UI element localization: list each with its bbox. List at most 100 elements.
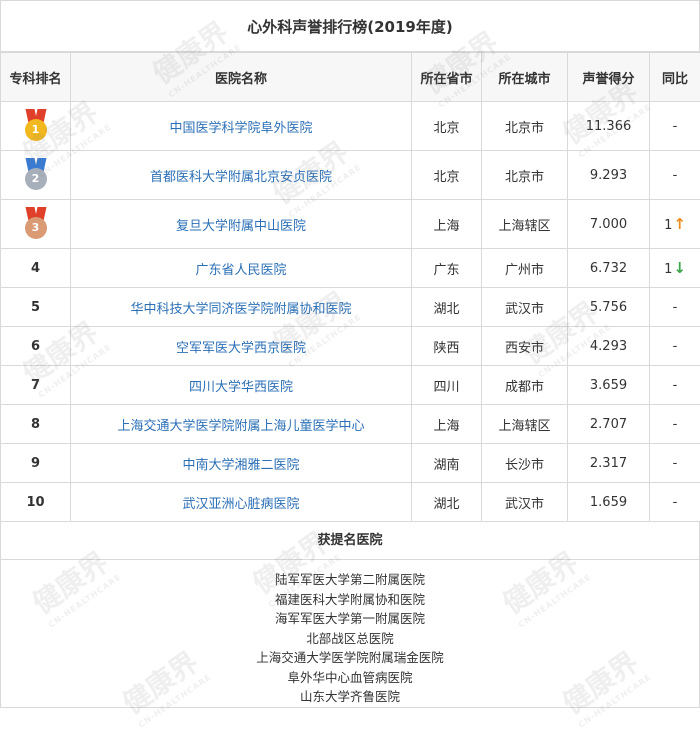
- nominee-item: 山东大学齐鲁医院: [1, 687, 699, 707]
- city-cell: 武汉市: [482, 288, 568, 327]
- score-cell: 11.366: [568, 102, 650, 151]
- hospital-name-link[interactable]: 空军军医大学西京医院: [71, 327, 412, 366]
- hospital-name-link[interactable]: 武汉亚洲心脏病医院: [71, 483, 412, 522]
- score-cell: 1.659: [568, 483, 650, 522]
- header-city: 所在城市: [482, 53, 568, 102]
- table-row: 10武汉亚洲心脏病医院湖北武汉市1.659 -: [1, 483, 700, 522]
- province-cell: 北京: [412, 151, 482, 200]
- province-cell: 上海: [412, 200, 482, 249]
- arrow-up-icon: ↑: [673, 215, 686, 233]
- province-cell: 湖北: [412, 483, 482, 522]
- nominee-item: 海军军医大学第一附属医院: [1, 609, 699, 629]
- rank-cell: 2: [1, 151, 71, 200]
- province-cell: 湖南: [412, 444, 482, 483]
- change-value: 1: [664, 218, 672, 233]
- ranking-table-body: 1 中国医学科学院阜外医院北京北京市11.366 - 2 首都医科大学附属北京安贞医院 北…: [1, 102, 700, 522]
- nominee-item: 上海交通大学医学院附属瑞金医院: [1, 648, 699, 668]
- change-cell: -: [650, 102, 700, 151]
- ranking-table: 专科排名 医院名称 所在省市 所在城市 声誉得分 同比 1 中国医学科学院阜外医院…: [0, 52, 700, 522]
- city-cell: 长沙市: [482, 444, 568, 483]
- change-value: -: [673, 378, 678, 393]
- city-cell: 西安市: [482, 327, 568, 366]
- medal-rank-number: 3: [25, 217, 47, 239]
- ranking-page: 心外科声誉排行榜(2019年度) 专科排名 医院名称 所在省市 所在城市 声誉得…: [0, 0, 700, 714]
- change-cell: -: [650, 405, 700, 444]
- city-cell: 北京市: [482, 151, 568, 200]
- change-value: -: [673, 300, 678, 315]
- change-value: -: [673, 417, 678, 432]
- change-cell: -: [650, 366, 700, 405]
- gold-medal-icon: 1: [22, 109, 50, 143]
- page-title: 心外科声誉排行榜(2019年度): [0, 0, 700, 52]
- header-score: 声誉得分: [568, 53, 650, 102]
- hospital-name-link[interactable]: 广东省人民医院: [71, 249, 412, 288]
- hospital-name-link[interactable]: 中南大学湘雅二医院: [71, 444, 412, 483]
- change-value: -: [673, 339, 678, 354]
- table-row: 4广东省人民医院广东广州市6.7321↓: [1, 249, 700, 288]
- hospital-name-link[interactable]: 上海交通大学医学院附属上海儿童医学中心: [71, 405, 412, 444]
- city-cell: 成都市: [482, 366, 568, 405]
- province-cell: 广东: [412, 249, 482, 288]
- rank-cell: 4: [1, 249, 71, 288]
- change-value: 1: [664, 262, 672, 277]
- rank-cell: 7: [1, 366, 71, 405]
- medal-rank-number: 2: [25, 168, 47, 190]
- table-row: 6空军军医大学西京医院陕西西安市4.293 -: [1, 327, 700, 366]
- nominee-title: 获提名医院: [1, 522, 699, 560]
- score-cell: 4.293: [568, 327, 650, 366]
- arrow-down-icon: ↓: [673, 259, 686, 277]
- nominee-section: 获提名医院 陆军军医大学第二附属医院福建医科大学附属协和医院海军军医大学第一附属…: [0, 522, 700, 708]
- header-change: 同比: [650, 53, 700, 102]
- province-cell: 上海: [412, 405, 482, 444]
- table-row: 5华中科技大学同济医学院附属协和医院湖北武汉市5.756-: [1, 288, 700, 327]
- table-row: 8上海交通大学医学院附属上海儿童医学中心上海上海辖区2.707-: [1, 405, 700, 444]
- rank-cell: 1: [1, 102, 71, 151]
- header-rank: 专科排名: [1, 53, 71, 102]
- score-cell: 7.000: [568, 200, 650, 249]
- rank-cell: 8: [1, 405, 71, 444]
- rank-cell: 3: [1, 200, 71, 249]
- city-cell: 北京市: [482, 102, 568, 151]
- city-cell: 上海辖区: [482, 200, 568, 249]
- nominee-item: 福建医科大学附属协和医院: [1, 590, 699, 610]
- table-row: 9中南大学湘雅二医院湖南长沙市2.317-: [1, 444, 700, 483]
- city-cell: 广州市: [482, 249, 568, 288]
- nominee-item: 陆军军医大学第二附属医院: [1, 570, 699, 590]
- city-cell: 武汉市: [482, 483, 568, 522]
- rank-cell: 5: [1, 288, 71, 327]
- medal-rank-number: 1: [25, 119, 47, 141]
- rank-cell: 9: [1, 444, 71, 483]
- change-value: -: [673, 168, 678, 183]
- province-cell: 四川: [412, 366, 482, 405]
- change-cell: -: [650, 327, 700, 366]
- hospital-name-link[interactable]: 首都医科大学附属北京安贞医院: [71, 151, 412, 200]
- nominee-item: 阜外华中心血管病医院: [1, 668, 699, 688]
- rank-cell: 6: [1, 327, 71, 366]
- change-cell: 1↑: [650, 200, 700, 249]
- hospital-name-link[interactable]: 四川大学华西医院: [71, 366, 412, 405]
- province-cell: 湖北: [412, 288, 482, 327]
- table-header-row: 专科排名 医院名称 所在省市 所在城市 声誉得分 同比: [1, 53, 700, 102]
- change-value: -: [673, 495, 678, 510]
- hospital-name-link[interactable]: 复旦大学附属中山医院: [71, 200, 412, 249]
- city-cell: 上海辖区: [482, 405, 568, 444]
- nominee-list: 陆军军医大学第二附属医院福建医科大学附属协和医院海军军医大学第一附属医院北部战区…: [1, 560, 699, 707]
- change-cell: -: [650, 483, 700, 522]
- rank-cell: 10: [1, 483, 71, 522]
- table-row: 3复旦大学附属中山医院上海上海辖区7.0001↑: [1, 200, 700, 249]
- header-province: 所在省市: [412, 53, 482, 102]
- score-cell: 6.732: [568, 249, 650, 288]
- table-row: 7四川大学华西医院四川成都市3.659 -: [1, 366, 700, 405]
- change-cell: 1↓: [650, 249, 700, 288]
- change-value: -: [673, 119, 678, 134]
- score-cell: 2.317: [568, 444, 650, 483]
- score-cell: 3.659: [568, 366, 650, 405]
- bronze-medal-icon: 3: [22, 207, 50, 241]
- nominee-item: 北部战区总医院: [1, 629, 699, 649]
- hospital-name-link[interactable]: 华中科技大学同济医学院附属协和医院: [71, 288, 412, 327]
- change-cell: -: [650, 288, 700, 327]
- header-hospital: 医院名称: [71, 53, 412, 102]
- change-cell: -: [650, 151, 700, 200]
- hospital-name-link[interactable]: 中国医学科学院阜外医院: [71, 102, 412, 151]
- province-cell: 陕西: [412, 327, 482, 366]
